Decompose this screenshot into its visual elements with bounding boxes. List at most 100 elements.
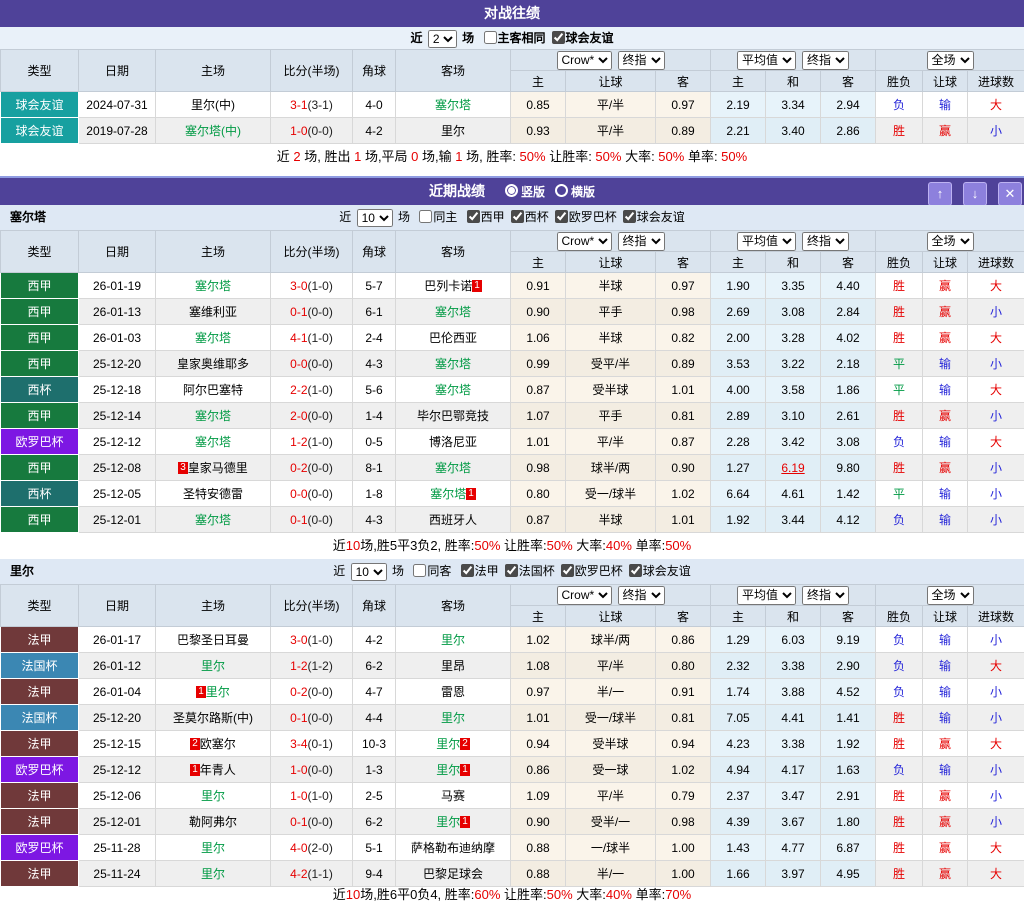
home-team-name[interactable]: 里尔 <box>206 685 230 699</box>
vertical-layout-radio[interactable] <box>505 184 518 197</box>
score-link[interactable]: 0-2 <box>290 461 307 475</box>
bookmaker-select[interactable]: Crow* <box>557 586 612 605</box>
score-link[interactable]: 1-0 <box>290 124 307 138</box>
away-team-name[interactable]: 里尔 <box>436 737 460 751</box>
away-team-name[interactable]: 里尔 <box>441 711 465 725</box>
filter-checkbox-label[interactable]: 西杯 <box>505 210 549 224</box>
final-odds-select-2[interactable]: 终指 <box>802 586 849 605</box>
close-button[interactable]: ✕ <box>998 182 1022 206</box>
score-link[interactable]: 1-0 <box>290 763 307 777</box>
filter-checkbox[interactable] <box>623 210 636 223</box>
score-link[interactable]: 3-1 <box>290 98 307 112</box>
filter-checkbox-label[interactable]: 西甲 <box>461 210 505 224</box>
home-team-name[interactable]: 塞尔塔(中) <box>185 124 241 138</box>
away-team-name[interactable]: 塞尔塔 <box>435 305 471 319</box>
home-team-name[interactable]: 勒阿弗尔 <box>189 815 237 829</box>
fulltime-select[interactable]: 全场 <box>927 232 974 251</box>
filter-checkbox[interactable] <box>552 31 565 44</box>
away-team-name[interactable]: 里尔 <box>441 633 465 647</box>
score-link[interactable]: 0-0 <box>290 357 307 371</box>
score-link[interactable]: 4-0 <box>290 841 307 855</box>
home-team-name[interactable]: 里尔 <box>201 841 225 855</box>
filter-checkbox[interactable] <box>555 210 568 223</box>
away-team-name[interactable]: 塞尔塔 <box>435 98 471 112</box>
score-link[interactable]: 0-1 <box>290 711 307 725</box>
away-team-name[interactable]: 巴黎足球会 <box>423 867 483 881</box>
same-venue-checkbox[interactable] <box>419 210 432 223</box>
final-odds-select[interactable]: 终指 <box>618 232 665 251</box>
home-team-name[interactable]: 皇家奥维耶多 <box>177 357 249 371</box>
home-team-name[interactable]: 巴黎圣日耳曼 <box>177 633 249 647</box>
horizontal-layout-radio[interactable] <box>555 184 568 197</box>
home-team-name[interactable]: 皇家马德里 <box>188 461 248 475</box>
home-team-name[interactable]: 欧塞尔 <box>200 737 236 751</box>
away-team-name[interactable]: 巴伦西亚 <box>429 331 477 345</box>
same-venue-checkbox[interactable] <box>413 564 426 577</box>
filter-checkbox-label[interactable]: 球会友谊 <box>546 31 614 45</box>
fulltime-select[interactable]: 全场 <box>927 586 974 605</box>
away-team-name[interactable]: 西班牙人 <box>429 513 477 527</box>
filter-checkbox-label[interactable]: 法国杯 <box>499 564 555 578</box>
away-team-name[interactable]: 里尔 <box>436 763 460 777</box>
home-team-name[interactable]: 里尔(中) <box>191 98 235 112</box>
fulltime-select[interactable]: 全场 <box>927 51 974 70</box>
filter-checkbox[interactable] <box>629 564 642 577</box>
away-team-name[interactable]: 里尔 <box>436 815 460 829</box>
away-team-name[interactable]: 博洛尼亚 <box>429 435 477 449</box>
home-team-name[interactable]: 塞尔塔 <box>195 331 231 345</box>
team2-near-count-select[interactable]: 10 <box>351 563 387 581</box>
away-team-name[interactable]: 塞尔塔 <box>430 487 466 501</box>
score-link[interactable]: 2-2 <box>290 383 307 397</box>
away-team-name[interactable]: 马赛 <box>441 789 465 803</box>
away-team-name[interactable]: 萨格勒布迪纳摩 <box>411 841 495 855</box>
away-team-name[interactable]: 塞尔塔 <box>435 357 471 371</box>
move-down-button[interactable]: ↓ <box>963 182 987 206</box>
score-link[interactable]: 3-0 <box>290 279 307 293</box>
filter-checkbox-label[interactable]: 欧罗巴杯 <box>555 564 623 578</box>
filter-checkbox-label[interactable]: 法甲 <box>455 564 499 578</box>
bookmaker-select[interactable]: Crow* <box>557 232 612 251</box>
filter-checkbox[interactable] <box>505 564 518 577</box>
home-team-name[interactable]: 塞尔塔 <box>195 409 231 423</box>
home-team-name[interactable]: 塞维利亚 <box>189 305 237 319</box>
home-team-name[interactable]: 塞尔塔 <box>195 435 231 449</box>
h2h-near-count-select[interactable]: 2 <box>428 30 457 48</box>
final-odds-select-2[interactable]: 终指 <box>802 51 849 70</box>
final-odds-select[interactable]: 终指 <box>618 51 665 70</box>
same-venue-checkbox-label[interactable]: 同主 <box>413 210 457 224</box>
away-team-name[interactable]: 雷恩 <box>441 685 465 699</box>
filter-checkbox-label[interactable]: 球会友谊 <box>623 564 691 578</box>
filter-checkbox[interactable] <box>561 564 574 577</box>
score-link[interactable]: 0-1 <box>290 305 307 319</box>
move-up-button[interactable]: ↑ <box>928 182 952 206</box>
score-link[interactable]: 3-0 <box>290 633 307 647</box>
average-select[interactable]: 平均值 <box>737 586 796 605</box>
away-team-name[interactable]: 巴列卡诺 <box>424 279 472 293</box>
final-odds-select-2[interactable]: 终指 <box>802 232 849 251</box>
same-venue-checkbox-label[interactable]: 同客 <box>407 564 451 578</box>
score-link[interactable]: 0-0 <box>290 487 307 501</box>
final-odds-select[interactable]: 终指 <box>618 586 665 605</box>
team1-near-count-select[interactable]: 10 <box>357 209 393 227</box>
average-select[interactable]: 平均值 <box>737 51 796 70</box>
home-team-name[interactable]: 圣特安德雷 <box>183 487 243 501</box>
score-link[interactable]: 4-1 <box>290 331 307 345</box>
filter-checkbox[interactable] <box>484 31 497 44</box>
score-link[interactable]: 0-2 <box>290 685 307 699</box>
away-team-name[interactable]: 里尔 <box>441 124 465 138</box>
bookmaker-select[interactable]: Crow* <box>557 51 612 70</box>
score-link[interactable]: 1-2 <box>290 659 307 673</box>
score-link[interactable]: 1-2 <box>290 435 307 449</box>
horizontal-layout-label[interactable]: 横版 <box>571 185 595 199</box>
away-team-name[interactable]: 毕尔巴鄂竞技 <box>417 409 489 423</box>
home-team-name[interactable]: 里尔 <box>201 867 225 881</box>
away-team-name[interactable]: 塞尔塔 <box>435 383 471 397</box>
score-link[interactable]: 3-4 <box>290 737 307 751</box>
score-link[interactable]: 4-2 <box>290 867 307 881</box>
score-link[interactable]: 1-0 <box>290 789 307 803</box>
vertical-layout-label[interactable]: 竖版 <box>521 185 545 199</box>
filter-checkbox-label[interactable]: 球会友谊 <box>617 210 685 224</box>
filter-checkbox[interactable] <box>511 210 524 223</box>
score-link[interactable]: 0-1 <box>290 815 307 829</box>
away-team-name[interactable]: 塞尔塔 <box>435 461 471 475</box>
